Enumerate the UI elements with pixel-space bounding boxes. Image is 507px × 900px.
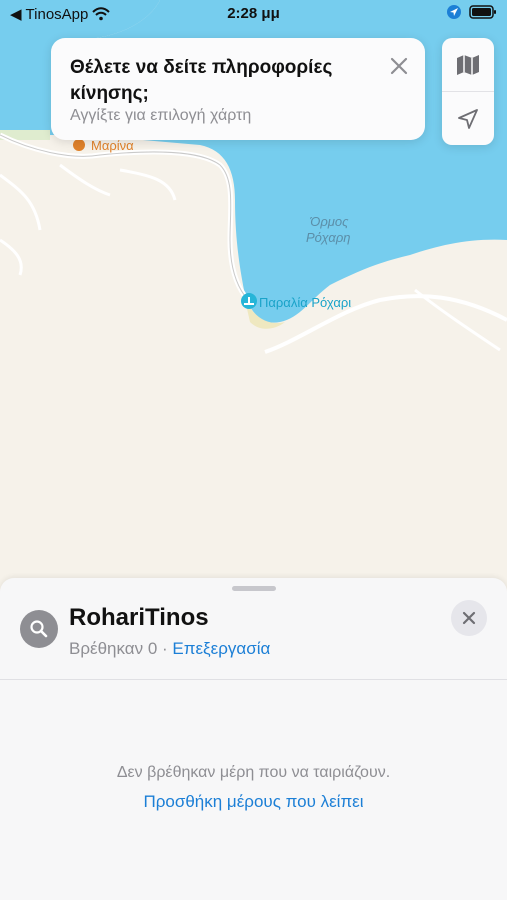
search-query-title: RohariTinos (69, 604, 209, 631)
sheet-grabber[interactable] (232, 586, 276, 591)
close-icon[interactable] (387, 54, 411, 78)
battery-icon (469, 5, 496, 19)
map-controls (442, 38, 494, 145)
results-summary: Βρέθηκαν 0 · Επεξεργασία (69, 639, 270, 659)
no-results-message: Δεν βρέθηκαν μέρη που να ταιριάζουν. (116, 764, 391, 781)
edit-search-link[interactable]: Επεξεργασία (172, 639, 270, 658)
search-results-sheet[interactable]: RohariTinos Βρέθηκαν 0 · Επεξεργασία Δεν… (0, 578, 507, 900)
search-icon (30, 620, 48, 638)
status-bar: ◀ TinosApp 2:28 μμ (0, 0, 507, 28)
tracking-button[interactable] (442, 92, 494, 145)
bay-label-line1: Όρμος (310, 214, 349, 229)
close-sheet-button[interactable] (451, 600, 487, 636)
location-services-icon (447, 5, 461, 19)
traffic-prompt-title: Θέλετε να δείτε πληροφορίες κίνησης; (70, 57, 333, 104)
marina-label[interactable]: Μαρίνα (91, 138, 134, 153)
marina-poi-icon[interactable] (73, 139, 85, 151)
search-badge (20, 610, 58, 648)
location-arrow-icon (458, 108, 478, 129)
map-mode-button[interactable] (442, 38, 494, 91)
close-icon (462, 611, 476, 625)
traffic-prompt-subtitle: Αγγίξτε για επιλογή χάρτη (70, 107, 252, 124)
sheet-divider (0, 679, 507, 680)
add-missing-place-link[interactable]: Προσθήκη μέρους που λείπει (0, 792, 507, 812)
traffic-prompt-card[interactable]: Θέλετε να δείτε πληροφορίες κίνησης; Αγγ… (51, 38, 425, 140)
results-separator: · (157, 639, 173, 658)
map-icon (457, 54, 479, 75)
bay-label-line2: Ρόχαρη (306, 230, 351, 245)
clock: 2:28 μμ (227, 5, 280, 22)
results-count: Βρέθηκαν 0 (69, 639, 158, 658)
beach-label[interactable]: Παραλία Ρόχαρι (259, 295, 351, 310)
